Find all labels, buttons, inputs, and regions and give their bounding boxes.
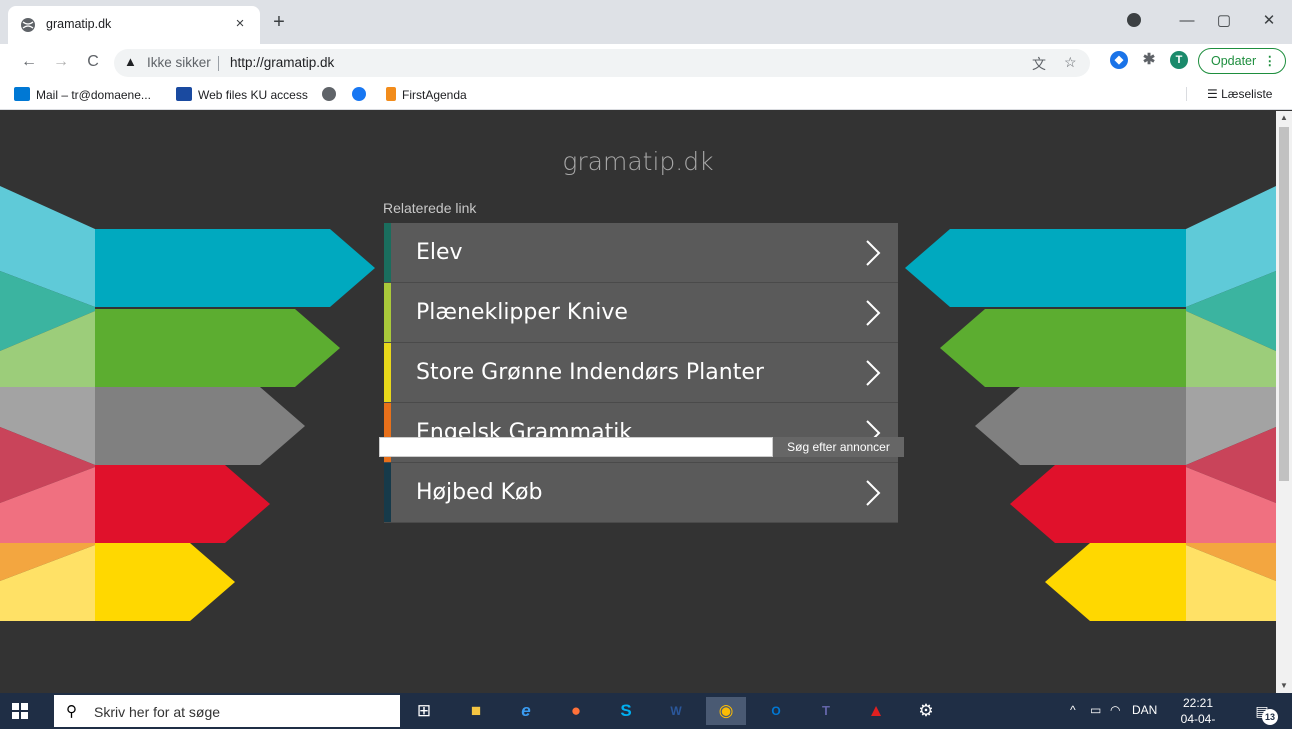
battery-icon[interactable]: ▭	[1090, 703, 1101, 717]
bookmark-globe[interactable]	[322, 87, 342, 102]
outlook-icon[interactable]: O	[756, 697, 796, 725]
teams-icon[interactable]: T	[806, 697, 846, 725]
link-accent	[384, 463, 391, 522]
link-label: Højbed Køb	[416, 480, 543, 505]
bookmarks-bar: Mail – tr@domaene... Web files KU access…	[0, 80, 1292, 110]
close-tab-button[interactable]: ×	[230, 14, 250, 34]
maximize-button[interactable]: ▢	[1213, 10, 1235, 32]
url-text[interactable]: http://gramatip.dk	[230, 55, 334, 70]
firstagenda-icon	[386, 87, 396, 101]
reload-button[interactable]: C	[82, 51, 104, 73]
link-accent	[384, 343, 391, 402]
acrobat-icon[interactable]: ▲	[856, 697, 896, 725]
security-label[interactable]: Ikke sikker	[147, 55, 211, 70]
forward-button[interactable]: →	[50, 51, 72, 73]
bookmark-facebook[interactable]	[352, 87, 372, 102]
minimize-button[interactable]: —	[1176, 10, 1198, 32]
link-label: Elev	[416, 240, 463, 265]
taskbar-search-text: Skriv her for at søge	[94, 704, 221, 720]
globe-icon	[21, 18, 35, 32]
reading-list-button[interactable]: ☰ Læseliste	[1186, 87, 1272, 101]
link-accent	[384, 223, 391, 282]
chevron-right-icon	[866, 480, 881, 506]
chevron-right-icon	[866, 240, 881, 266]
bookmark-webfiles[interactable]: Web files KU access	[176, 87, 308, 102]
ad-search-button[interactable]: Søg efter annoncer	[773, 437, 904, 457]
reading-list-icon: ☰	[1207, 87, 1222, 101]
tab-strip: gramatip.dk × + — ▢ ✕	[0, 0, 1292, 44]
profile-avatar[interactable]: T	[1170, 51, 1188, 69]
bookmark-mail[interactable]: Mail – tr@domaene...	[14, 87, 151, 102]
chrome-icon[interactable]: ◉	[706, 697, 746, 725]
related-link-hojbed[interactable]: Højbed Køb	[384, 463, 898, 523]
wifi-icon[interactable]: ◠	[1110, 703, 1120, 717]
translate-icon[interactable]: 文	[1032, 54, 1046, 74]
windows-start-icon[interactable]	[12, 703, 28, 719]
ad-search-input[interactable]	[379, 437, 773, 457]
update-button[interactable]: Opdater ⋮	[1198, 48, 1286, 74]
new-tab-button[interactable]: +	[268, 11, 290, 33]
warning-icon: ▲	[124, 54, 137, 69]
browser-tab[interactable]: gramatip.dk ×	[8, 6, 260, 44]
search-icon: ⚲	[66, 703, 77, 720]
notification-count: 13	[1262, 709, 1278, 725]
bookmark-firstagenda[interactable]: FirstAgenda	[386, 87, 467, 102]
scroll-up-icon[interactable]: ▲	[1276, 111, 1292, 125]
close-window-button[interactable]: ✕	[1258, 10, 1280, 32]
menu-dots-icon: ⋮	[1263, 54, 1277, 68]
clock-time: 22:21	[1182, 696, 1214, 710]
globe-icon	[322, 87, 336, 101]
tab-title: gramatip.dk	[46, 17, 112, 31]
site-title: gramatip.dk	[562, 147, 714, 176]
tray-expand-icon[interactable]: ^	[1070, 703, 1076, 717]
word-icon[interactable]: W	[656, 697, 696, 725]
taskbar-search[interactable]: ⚲ Skriv her for at søge	[54, 695, 400, 727]
file-explorer-icon[interactable]: ■	[456, 697, 496, 725]
related-link-elev[interactable]: Elev	[384, 223, 898, 283]
skype-icon[interactable]: S	[606, 697, 646, 725]
address-bar[interactable]: ▲ Ikke sikker http://gramatip.dk 文 ☆	[114, 49, 1090, 77]
web-page: gramatip.dk Relaterede link Elev Plænekl…	[0, 111, 1276, 693]
related-links-label: Relaterede link	[383, 200, 477, 216]
link-label: Store Grønne Indendørs Planter	[416, 360, 764, 385]
taskbar-clock[interactable]: 22:21 04-04-2021	[1168, 695, 1228, 729]
related-link-planter[interactable]: Store Grønne Indendørs Planter	[384, 343, 898, 403]
clock-date: 04-04-2021	[1180, 712, 1216, 729]
related-links-list: Elev Plæneklipper Knive Store Grønne Ind…	[384, 223, 898, 523]
edge-icon[interactable]: e	[506, 697, 546, 725]
settings-gear-icon[interactable]: ⚙	[906, 697, 946, 725]
page-scrollbar[interactable]: ▲ ▼	[1276, 111, 1292, 693]
language-indicator[interactable]: DAN	[1132, 703, 1157, 717]
chevron-right-icon	[866, 360, 881, 386]
browser-toolbar: ← → C ▲ Ikke sikker http://gramatip.dk 文…	[0, 44, 1292, 80]
profile-indicator-icon[interactable]	[1127, 13, 1141, 27]
update-label: Opdater	[1211, 54, 1257, 68]
firefox-icon[interactable]: ●	[556, 697, 596, 725]
address-separator	[218, 56, 219, 71]
webfiles-icon	[176, 87, 192, 101]
extensions-puzzle-icon[interactable]: ✱	[1140, 51, 1158, 69]
task-view-icon[interactable]: ⊞	[404, 697, 444, 725]
extension-shield-icon[interactable]: ◆	[1110, 51, 1128, 69]
outlook-icon	[14, 87, 30, 101]
scroll-down-icon[interactable]: ▼	[1276, 679, 1292, 693]
back-button[interactable]: ←	[18, 51, 40, 73]
windows-taskbar: ⚲ Skriv her for at søge ⊞ ■ e ● S W ◉ O …	[0, 693, 1292, 729]
link-accent	[384, 283, 391, 342]
notification-center-icon[interactable]: ▤ 13	[1250, 699, 1278, 725]
scroll-thumb[interactable]	[1279, 127, 1289, 481]
chevron-right-icon	[866, 300, 881, 326]
related-link-plaeneklipper[interactable]: Plæneklipper Knive	[384, 283, 898, 343]
bookmark-star-icon[interactable]: ☆	[1064, 54, 1077, 71]
link-label: Plæneklipper Knive	[416, 300, 628, 325]
facebook-icon	[352, 87, 366, 101]
